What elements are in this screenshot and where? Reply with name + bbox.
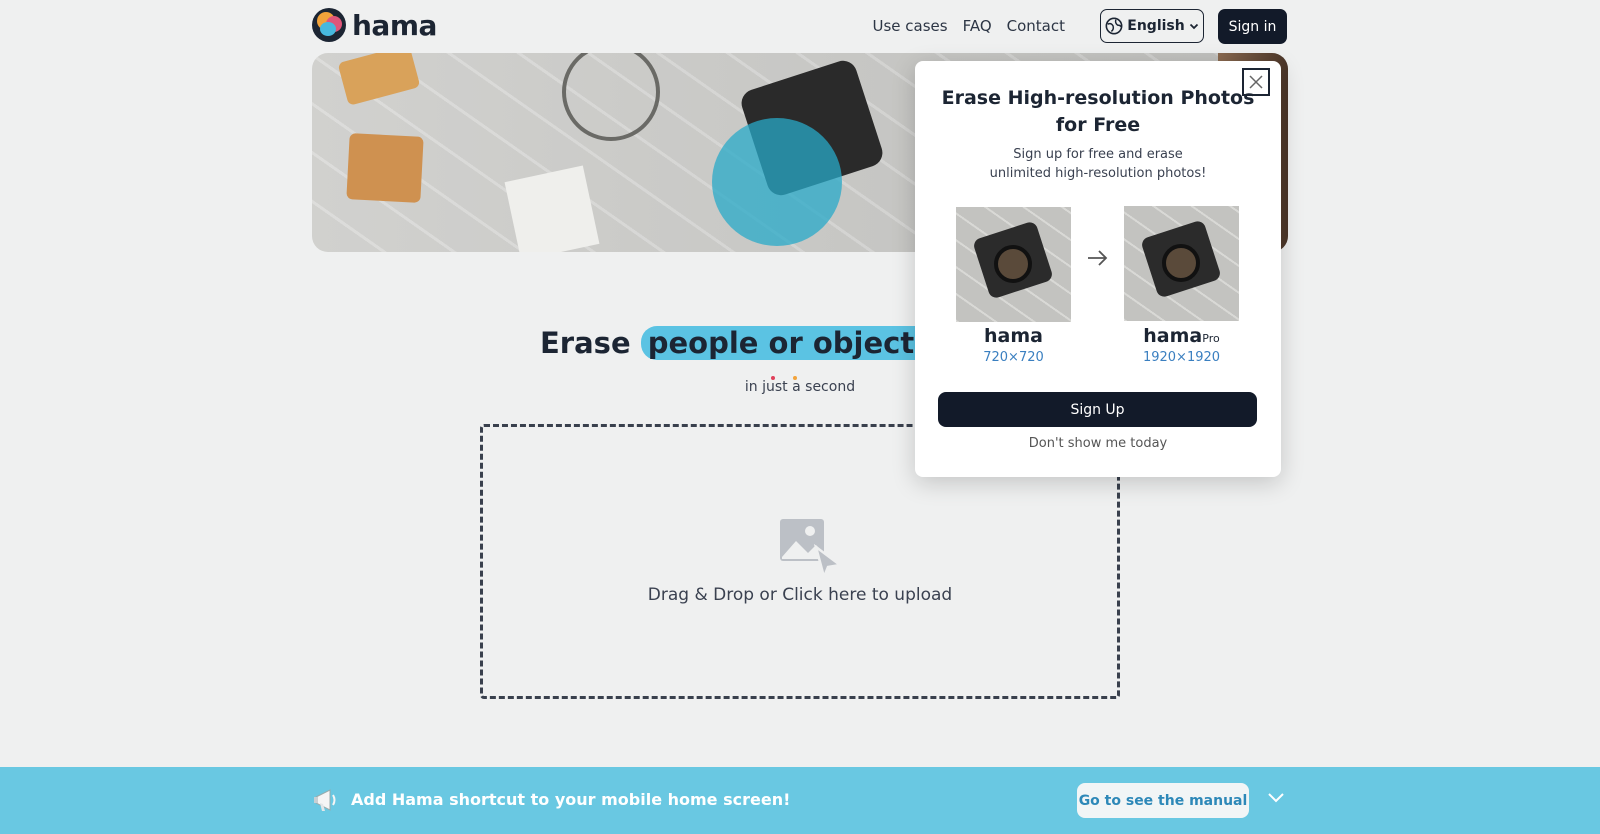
title-highlight: people or objects xyxy=(640,326,939,360)
chevron-down-icon xyxy=(1189,23,1198,30)
logo-mark-icon xyxy=(312,8,346,42)
modal-description-line2: unlimited high-resolution photos! xyxy=(989,166,1207,181)
image-upload-icon xyxy=(780,519,842,579)
free-brand-label: hama xyxy=(984,325,1043,347)
language-label: English xyxy=(1127,18,1185,34)
globe-icon xyxy=(1105,17,1123,35)
title-text-before: Erase xyxy=(540,326,631,360)
modal-description-line1: Sign up for free and erase xyxy=(1013,147,1183,162)
language-selector[interactable]: English xyxy=(1100,9,1204,43)
erase-brush-highlight xyxy=(712,118,842,246)
sign-up-button[interactable]: Sign Up xyxy=(938,392,1257,427)
page-subtitle: in just a second xyxy=(744,379,856,395)
pro-resolution-preview xyxy=(1124,206,1239,321)
main-nav: Use cases FAQ Contact xyxy=(872,17,1065,35)
upload-label: Drag & Drop or Click here to upload xyxy=(647,585,953,605)
nav-use-cases[interactable]: Use cases xyxy=(872,17,947,35)
see-manual-button[interactable]: Go to see the manual xyxy=(1077,783,1249,818)
modal-title: Erase High-resolution Photos for Free xyxy=(941,87,1255,136)
dont-show-today-link[interactable]: Don't show me today xyxy=(915,436,1281,451)
megaphone-icon xyxy=(314,789,336,811)
pro-brand-label: hamaPro xyxy=(1124,325,1239,347)
free-resolution-preview xyxy=(956,207,1071,322)
shortcut-banner: Add Hama shortcut to your mobile home sc… xyxy=(0,767,1600,834)
decor-dot-orange xyxy=(793,376,797,380)
modal-description: Sign up for free and erase unlimited hig… xyxy=(933,145,1263,183)
collapse-chevron-icon[interactable] xyxy=(1266,787,1286,807)
pro-brand-suffix: Pro xyxy=(1202,332,1220,345)
arrow-right-icon xyxy=(1088,250,1108,266)
banner-text: Add Hama shortcut to your mobile home sc… xyxy=(351,790,791,809)
nav-contact[interactable]: Contact xyxy=(1007,17,1065,35)
logo-text: hama xyxy=(352,8,437,42)
header: hama Use cases FAQ Contact English Sign … xyxy=(312,8,1287,46)
signup-modal: Erase High-resolution Photos for Free Si… xyxy=(915,61,1281,477)
free-resolution-label: 720×720 xyxy=(983,350,1044,365)
nav-faq[interactable]: FAQ xyxy=(963,17,992,35)
pro-brand-name: hama xyxy=(1143,325,1203,347)
logo[interactable]: hama xyxy=(312,8,437,42)
pro-resolution-label: 1920×1920 xyxy=(1142,350,1221,365)
decor-dot-red xyxy=(771,376,775,380)
sign-in-button[interactable]: Sign in xyxy=(1218,9,1287,44)
